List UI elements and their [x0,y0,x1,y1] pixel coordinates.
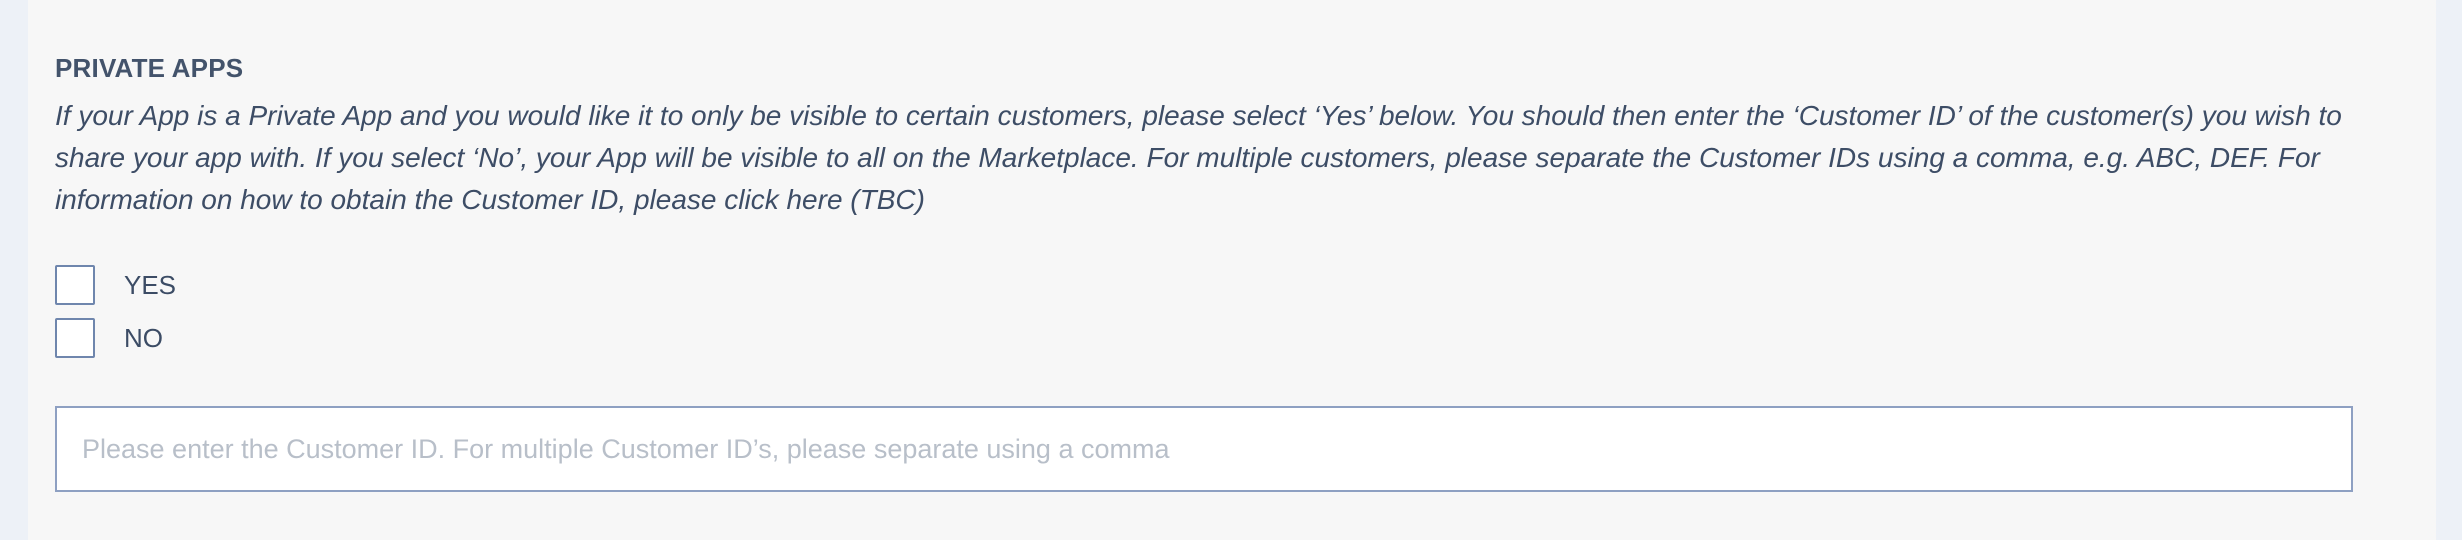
yes-label: YES [124,270,177,300]
no-checkbox[interactable] [55,318,95,358]
yes-checkbox[interactable] [55,265,95,305]
section-title: PRIVATE APPS [55,53,244,83]
option-no[interactable]: NO [55,318,163,358]
option-yes[interactable]: YES [55,265,176,305]
section-description: If your App is a Private App and you wou… [55,100,2342,215]
customer-id-input[interactable] [55,406,2353,492]
no-label: NO [124,323,163,353]
